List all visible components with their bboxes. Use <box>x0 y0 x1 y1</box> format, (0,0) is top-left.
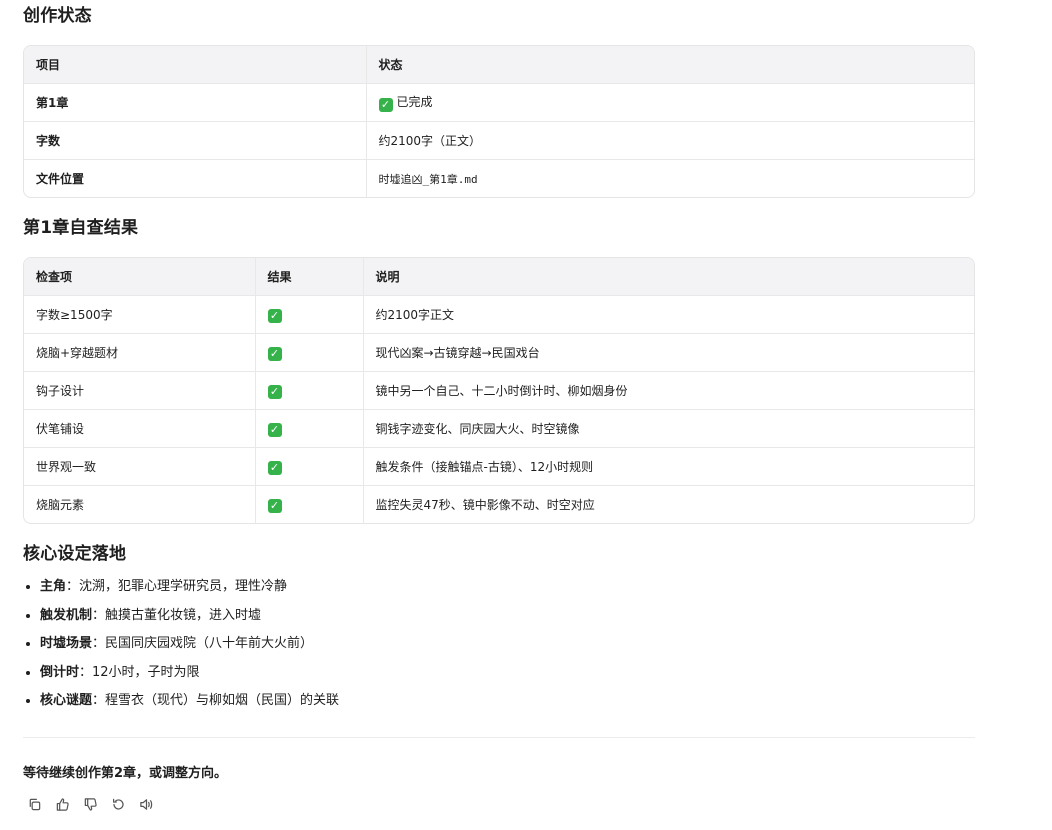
list-item: 核心谜题：程雪衣（现代）与柳如烟（民国）的关联 <box>40 687 339 716</box>
table-cell-note: 镜中另一个自己、十二小时倒计时、柳如烟身份 <box>362 371 974 410</box>
speaker-icon <box>139 798 152 810</box>
table-cell-item: 烧脑元素 <box>36 498 85 512</box>
table-row: 文件位置 时墟追凶_第1章.md <box>24 159 974 197</box>
list-item: 倒计时：12小时，子时为限 <box>40 659 339 688</box>
section-title-status: 创作状态 <box>23 6 92 26</box>
list-item-text: ：12小时，子时为限 <box>79 664 200 680</box>
check-mark-icon: ✓ <box>267 347 282 361</box>
check-mark-icon: ✓ <box>267 461 282 475</box>
thumbs-down-button[interactable] <box>81 795 99 813</box>
copy-button[interactable] <box>25 795 43 813</box>
table-cell-result: ✓ <box>254 371 363 410</box>
core-settings-list: 主角：沈溯，犯罪心理学研究员，理性冷静 触发机制：触摸古董化妆镜，进入时墟 时墟… <box>23 573 339 716</box>
table-row: 烧脑+穿越题材 ✓ 现代凶案→古镜穿越→民国戏台 <box>24 333 974 372</box>
table-cell-note: 铜钱字迹变化、同庆园大火、时空镜像 <box>362 409 974 448</box>
list-item: 时墟场景：民国同庆园戏院（八十年前大火前） <box>40 630 339 659</box>
table-cell-item: 伏笔铺设 <box>24 409 255 448</box>
table-header-cell: 检查项 <box>24 258 255 296</box>
check-mark-icon: ✓ <box>378 98 393 112</box>
table-row: 钩子设计 ✓ 镜中另一个自己、十二小时倒计时、柳如烟身份 <box>24 371 974 410</box>
table-header-cell: 状态 <box>365 46 974 84</box>
table-header-row: 项目 状态 <box>24 46 974 84</box>
list-item-key: 时墟场景 <box>40 636 93 651</box>
table-cell-result: ✓ <box>254 485 363 523</box>
section-title-check: 第1章自查结果 <box>23 218 139 238</box>
table-cell-note: 约2100字正文 <box>362 295 974 334</box>
table-row: 烧脑元素 ✓ 监控失灵47秒、镜中影像不动、时空对应 <box>24 485 974 523</box>
table-cell-result: ✓ <box>254 295 363 334</box>
table-header-cell: 项目 <box>24 46 366 84</box>
divider <box>23 737 975 738</box>
list-item-key: 核心谜题 <box>40 693 93 708</box>
check-mark-icon: ✓ <box>267 309 282 323</box>
section-title-core: 核心设定落地 <box>23 544 127 564</box>
table-cell-item: 世界观一致 <box>24 447 255 486</box>
list-item-text: ：民国同庆园戏院（八十年前大火前） <box>92 636 314 651</box>
list-item: 主角：沈溯，犯罪心理学研究员，理性冷静 <box>40 573 339 602</box>
check-mark-icon: ✓ <box>267 423 282 437</box>
table-header-row: 检查项 结果 说明 <box>24 258 974 296</box>
list-item-key: 触发机制 <box>40 607 93 623</box>
list-item-key: 倒计时 <box>40 664 80 680</box>
check-table: 检查项 结果 说明 字数≥1500字 ✓ 约2100字正文 烧脑+穿越题材 ✓ … <box>23 257 975 524</box>
copy-icon <box>29 798 40 810</box>
list-item-text: ：沈溯，犯罪心理学研究员，理性冷静 <box>66 579 288 594</box>
table-row: 字数≥1500字 ✓ 约2100字正文 <box>24 295 974 334</box>
table-header-cell: 结果 <box>254 258 363 296</box>
table-cell-item: 第1章 <box>24 83 366 122</box>
message-actions <box>25 795 155 813</box>
table-cell-item: 钩子设计 <box>24 371 255 410</box>
table-cell-item: 字数 <box>24 121 366 160</box>
table-cell-value: 约2100字（正文） <box>365 121 974 160</box>
table-row: 第1章 ✓ 已完成 <box>24 83 974 122</box>
table-cell-value: 时墟追凶_第1章.md <box>365 159 974 197</box>
check-mark-icon: ✓ <box>267 385 282 399</box>
table-cell-item: 字数≥1500字 <box>24 295 255 334</box>
retry-button[interactable] <box>109 795 127 813</box>
list-item-text: ：触摸古董化妆镜，进入时墟 <box>92 607 262 623</box>
table-row: 世界观一致 ✓ 触发条件（接触锚点-古镜）、12小时规则 <box>24 447 974 486</box>
thumbs-up-icon <box>56 797 69 811</box>
table-cell-result: ✓ <box>254 333 363 372</box>
table-cell-item: 烧脑+穿越题材 <box>24 333 255 372</box>
status-table: 项目 状态 第1章 ✓ 已完成 字数 约2100字（正文） 文件位置 时墟追凶_… <box>23 45 975 198</box>
status-text: 已完成 <box>396 95 433 109</box>
closing-message: 等待继续创作第2章，或调整方向。 <box>23 766 228 781</box>
list-item-key: 主角 <box>40 579 67 594</box>
file-path: 时墟追凶_第1章.md <box>378 172 478 186</box>
retry-icon <box>112 798 124 810</box>
table-cell-result: ✓ <box>254 409 363 448</box>
table-row: 字数 约2100字（正文） <box>24 121 974 160</box>
list-item: 触发机制：触摸古董化妆镜，进入时墟 <box>40 602 339 631</box>
list-item-text: ：程雪衣（现代）与柳如烟（民国）的关联 <box>92 693 340 708</box>
table-cell-note: 触发条件（接触锚点-古镜）、12小时规则 <box>362 447 974 486</box>
table-cell-note: 现代凶案→古镜穿越→民国戏台 <box>362 333 974 372</box>
table-cell-value: ✓ 已完成 <box>365 83 974 122</box>
table-cell-note: 监控失灵47秒、镜中影像不动、时空对应 <box>362 485 974 523</box>
read-aloud-button[interactable] <box>137 795 155 813</box>
table-header-cell: 说明 <box>362 258 974 296</box>
check-mark-icon: ✓ <box>267 499 282 513</box>
table-row: 伏笔铺设 ✓ 铜钱字迹变化、同庆园大火、时空镜像 <box>24 409 974 448</box>
thumbs-down-icon <box>84 797 97 811</box>
table-cell-item: 文件位置 <box>36 172 85 186</box>
thumbs-up-button[interactable] <box>53 795 71 813</box>
table-cell-result: ✓ <box>254 447 363 486</box>
